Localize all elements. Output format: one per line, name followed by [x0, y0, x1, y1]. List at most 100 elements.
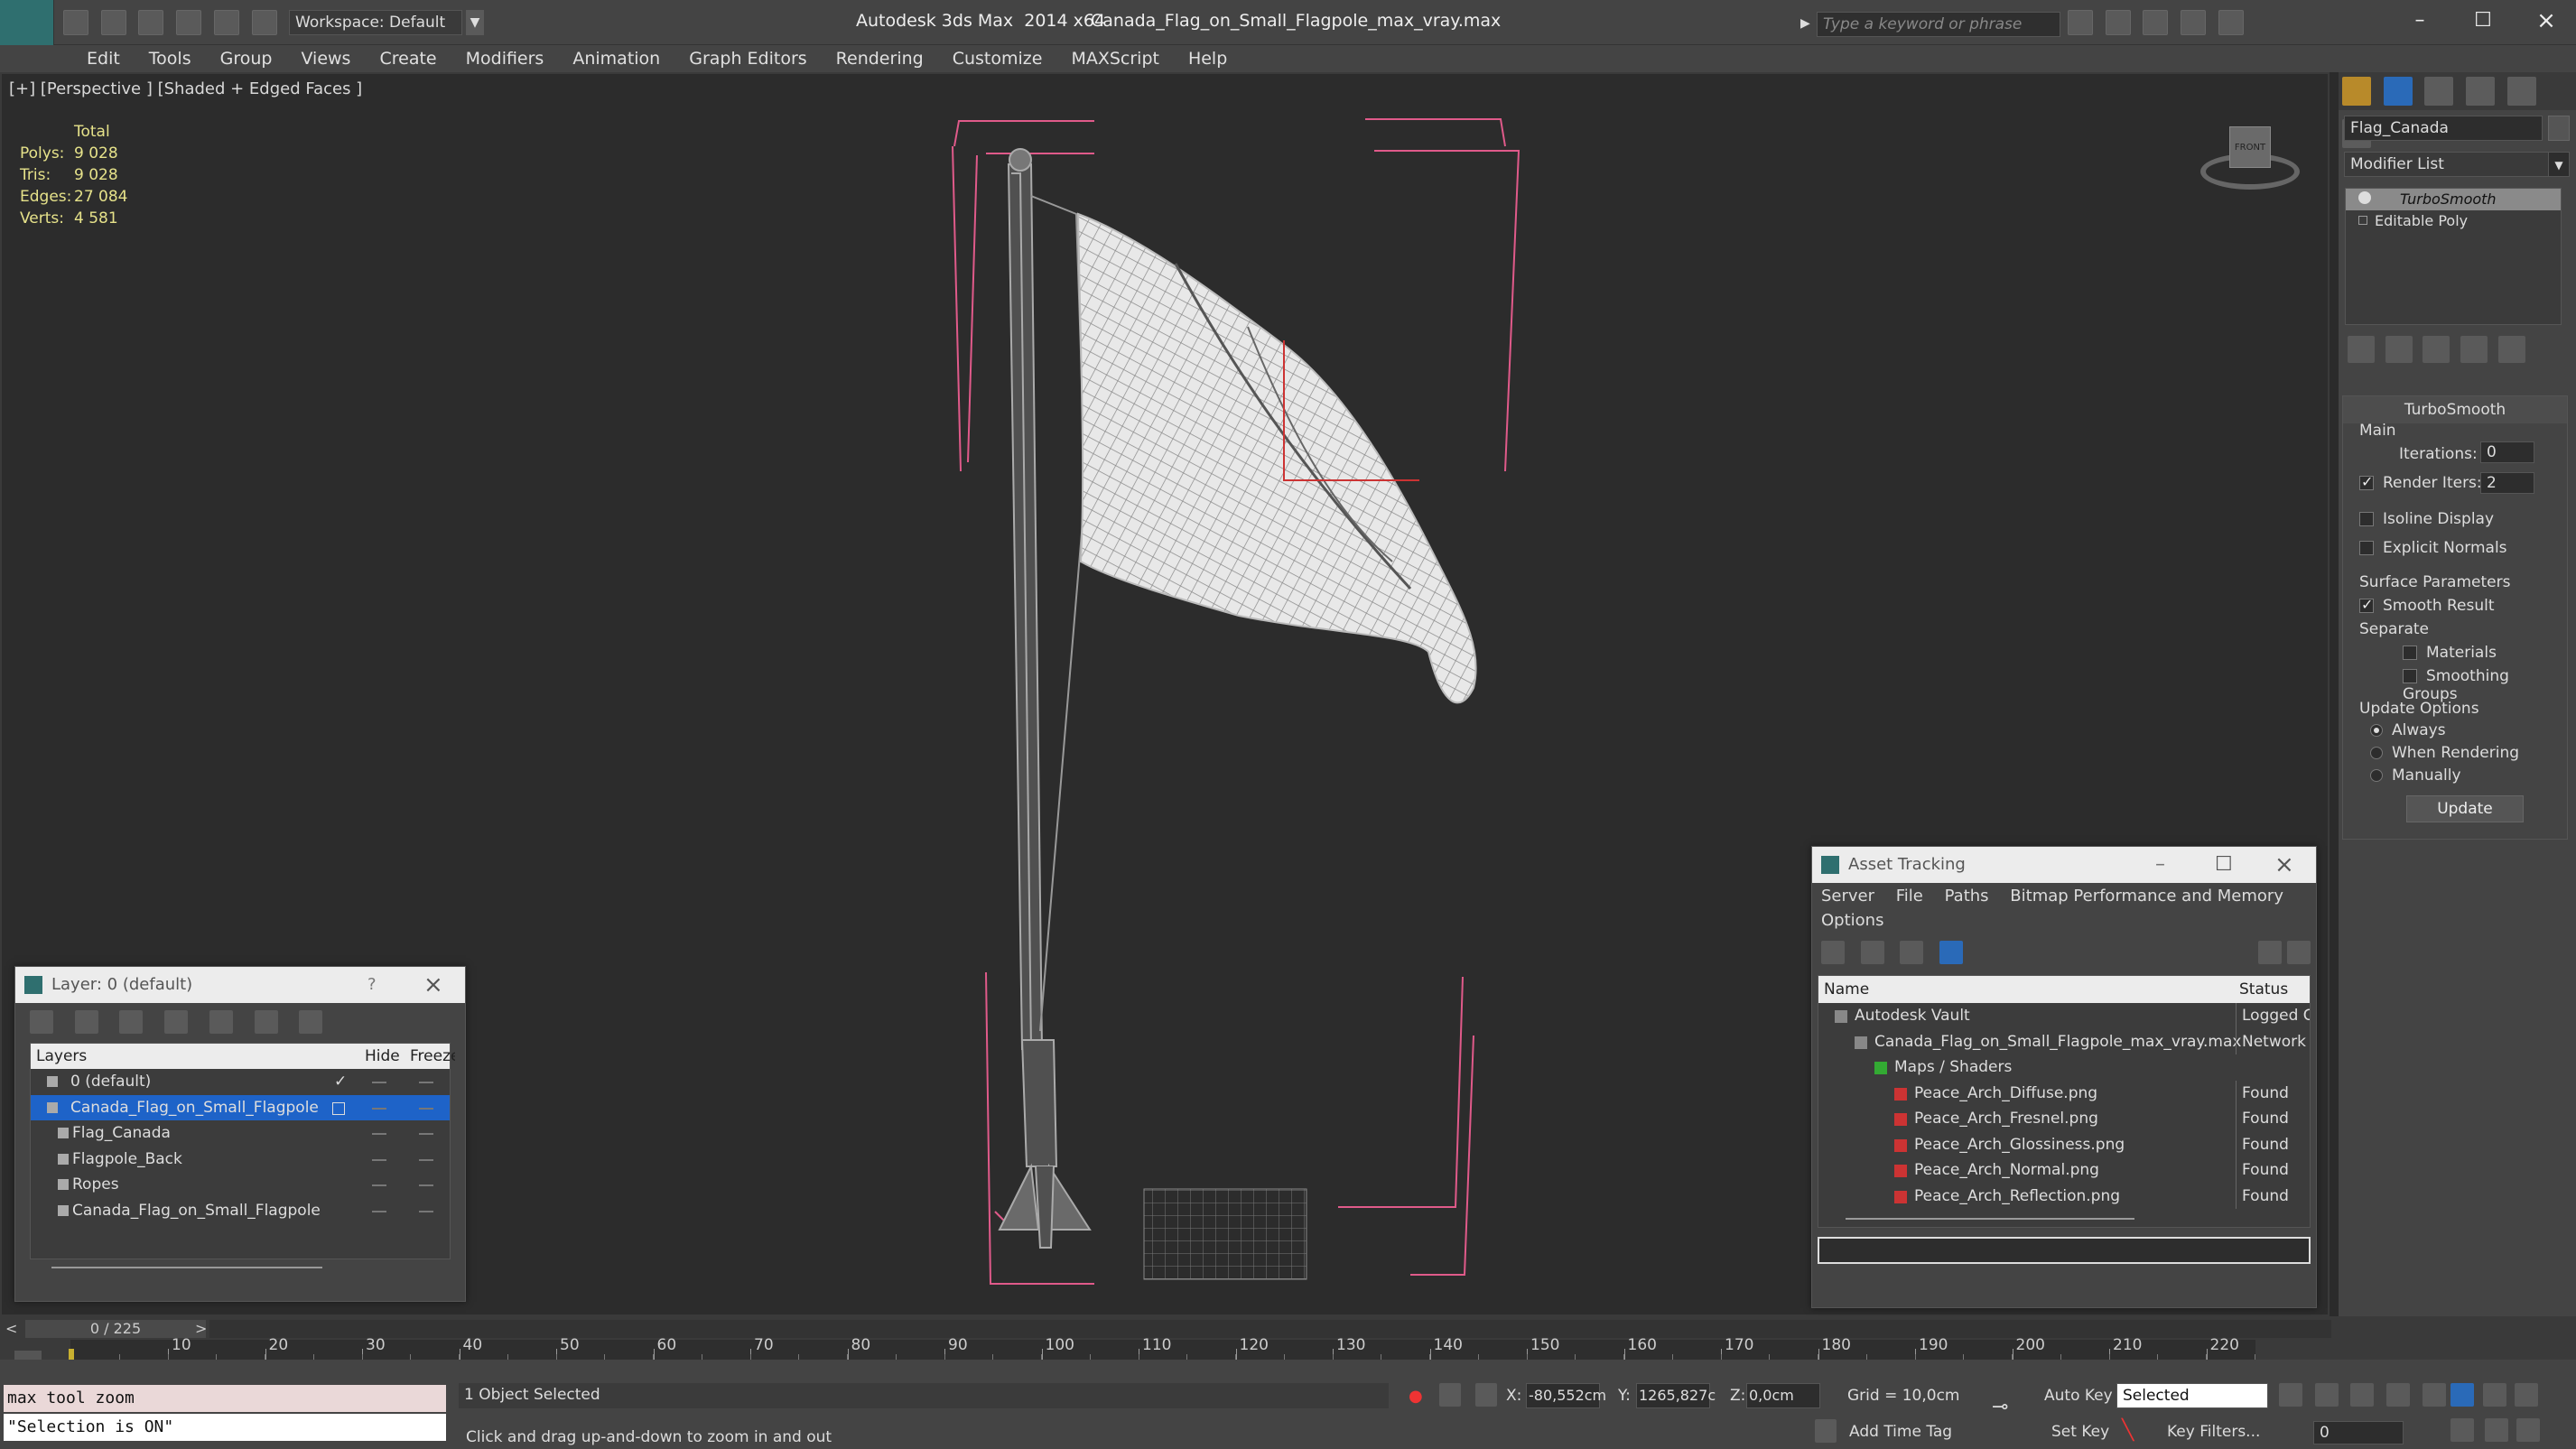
go-to-start-icon[interactable]: [2279, 1383, 2302, 1407]
menu-item-views[interactable]: Views: [286, 45, 365, 72]
communication-icon[interactable]: [2105, 10, 2131, 35]
y-coord-field[interactable]: 1265,827c: [1636, 1383, 1716, 1408]
update-always-radio[interactable]: Always: [2370, 721, 2446, 739]
asset-row[interactable]: Peace_Arch_Diffuse.png Found: [1818, 1080, 2310, 1106]
asset-row[interactable]: Canada_Flag_on_Small_Flagpole_max_vray.m…: [1818, 1028, 2310, 1054]
maximize-button[interactable]: ☐: [2465, 9, 2501, 34]
object-name-field[interactable]: Flag_Canada: [2344, 116, 2543, 141]
zoom-all-icon[interactable]: [2482, 1383, 2506, 1407]
help-icon[interactable]: [2218, 10, 2244, 35]
asset-close-button[interactable]: ×: [2274, 847, 2294, 883]
layer-close-button[interactable]: ×: [423, 967, 443, 1003]
zoom-extents-all-icon[interactable]: [2450, 1418, 2474, 1442]
hide-toggle[interactable]: [372, 1107, 386, 1110]
freeze-all-layers-icon[interactable]: [299, 1010, 323, 1034]
asset-maximize-button[interactable]: ☐: [2215, 847, 2233, 883]
play-icon[interactable]: [2350, 1383, 2375, 1407]
field-of-view-icon[interactable]: [2484, 1418, 2508, 1442]
hide-toggle[interactable]: [372, 1133, 386, 1135]
update-when-rendering-radio[interactable]: When Rendering: [2370, 744, 2519, 762]
hide-all-layers-icon[interactable]: [254, 1010, 278, 1034]
workspace-menu-arrow-icon[interactable]: ▼: [466, 10, 484, 35]
x-coord-field[interactable]: -80,552cm: [1526, 1383, 1606, 1408]
menu-item-rendering[interactable]: Rendering: [822, 45, 938, 72]
explicit-normals-checkbox[interactable]: Explicit Normals: [2359, 539, 2507, 557]
search-input[interactable]: Type a keyword or phrase: [1817, 12, 2060, 37]
pan-icon[interactable]: [2516, 1418, 2541, 1442]
go-to-end-icon[interactable]: [2422, 1383, 2446, 1407]
asset-scrollbar[interactable]: [1846, 1218, 2134, 1220]
menu-item-create[interactable]: Create: [365, 45, 451, 72]
modify-tab-icon[interactable]: [2383, 77, 2413, 106]
modifier-list-dropdown[interactable]: Modifier List: [2344, 152, 2550, 177]
asset-menu-paths[interactable]: Paths: [1945, 887, 1989, 906]
iterations-spinner[interactable]: 0: [2480, 441, 2534, 463]
zoom-icon[interactable]: [2450, 1383, 2474, 1407]
add-time-tag[interactable]: Add Time Tag: [1849, 1423, 1952, 1441]
set-key-button[interactable]: Set Key: [2051, 1423, 2109, 1441]
layer-row[interactable]: Canada_Flag_on_Small_Flagpole: [31, 1094, 450, 1120]
asset-row[interactable]: Peace_Arch_Fresnel.png Found: [1818, 1106, 2310, 1132]
time-slider-track[interactable]: [209, 1320, 2331, 1338]
hide-toggle[interactable]: [372, 1210, 386, 1212]
delete-layer-icon[interactable]: [74, 1010, 98, 1034]
menu-item-customize[interactable]: Customize: [938, 45, 1057, 72]
isolate-selection-icon[interactable]: ●: [1409, 1387, 1423, 1406]
next-frame-icon[interactable]: [2386, 1383, 2411, 1407]
freeze-toggle[interactable]: [419, 1107, 433, 1110]
time-slider[interactable]: 0 / 225: [25, 1320, 206, 1338]
remove-modifier-icon[interactable]: [2460, 336, 2488, 363]
search-arrow-icon[interactable]: ▶: [1800, 13, 1813, 34]
time-tag-icon[interactable]: [1815, 1419, 1837, 1443]
freeze-toggle[interactable]: [419, 1184, 433, 1186]
selection-lock-icon[interactable]: [1439, 1383, 1461, 1407]
display-tab-icon[interactable]: [2506, 77, 2536, 106]
key-icon[interactable]: ⊸: [1992, 1396, 2028, 1418]
render-iters-spinner[interactable]: 2: [2480, 472, 2534, 494]
status-column-header[interactable]: Status: [2239, 976, 2288, 1003]
layer-row[interactable]: Ropes: [31, 1172, 450, 1198]
layer-row[interactable]: 0 (default) ✓: [31, 1069, 450, 1095]
object-color-swatch[interactable]: [2548, 116, 2570, 141]
make-unique-icon[interactable]: [2423, 336, 2450, 363]
name-column-header[interactable]: Name: [1824, 976, 1869, 1003]
smoothing-groups-checkbox[interactable]: Smoothing Groups: [2403, 667, 2567, 703]
menu-item-maxscript[interactable]: MAXScript: [1056, 45, 1174, 72]
menu-item-group[interactable]: Group: [206, 45, 287, 72]
freeze-toggle[interactable]: [419, 1133, 433, 1135]
asset-row[interactable]: Peace_Arch_Normal.png Found: [1818, 1157, 2310, 1184]
menu-item-animation[interactable]: Animation: [558, 45, 674, 72]
hide-toggle[interactable]: [372, 1184, 386, 1186]
lightbulb-icon[interactable]: [2358, 191, 2371, 204]
viewcube[interactable]: FRONT: [2200, 119, 2309, 200]
previous-frame-icon[interactable]: [2314, 1383, 2339, 1407]
menu-item-help[interactable]: Help: [1174, 45, 1242, 72]
list-view-icon[interactable]: [1860, 941, 1884, 964]
menu-item-tools[interactable]: Tools: [135, 45, 206, 72]
hide-toggle[interactable]: [372, 1158, 386, 1161]
close-button[interactable]: ×: [2528, 7, 2564, 34]
asset-menu-server[interactable]: Server: [1821, 887, 1874, 906]
undo-icon[interactable]: [176, 10, 202, 35]
current-frame-field[interactable]: 0: [2313, 1421, 2404, 1444]
key-mode-dropdown[interactable]: Selected: [2116, 1383, 2268, 1408]
freeze-column-header[interactable]: Freeze: [410, 1044, 455, 1069]
favorites-star-icon[interactable]: [2181, 10, 2207, 35]
stack-item-turbosmooth[interactable]: TurboSmooth: [2346, 189, 2561, 210]
create-layer-icon[interactable]: [30, 1010, 53, 1034]
table-view-icon[interactable]: [1939, 941, 1964, 964]
layer-row[interactable]: Flagpole_Back: [31, 1147, 450, 1173]
freeze-toggle[interactable]: [419, 1210, 433, 1212]
new-file-icon[interactable]: [63, 10, 88, 35]
set-key-icon[interactable]: ╲: [2122, 1419, 2144, 1443]
menu-item-edit[interactable]: Edit: [72, 45, 135, 72]
update-button[interactable]: Update: [2406, 795, 2524, 822]
asset-row[interactable]: Peace_Arch_Glossiness.png Found: [1818, 1131, 2310, 1157]
asset-settings-icon[interactable]: [2287, 941, 2311, 964]
configure-modifier-sets-icon[interactable]: [2497, 336, 2525, 363]
asset-window-title[interactable]: Asset Tracking – ☐ ×: [1812, 847, 2316, 883]
open-file-icon[interactable]: [100, 10, 126, 35]
set-current-layer-icon[interactable]: [332, 1101, 345, 1115]
viewcube-face[interactable]: FRONT: [2229, 126, 2271, 168]
menu-item-graph-editors[interactable]: Graph Editors: [674, 45, 821, 72]
